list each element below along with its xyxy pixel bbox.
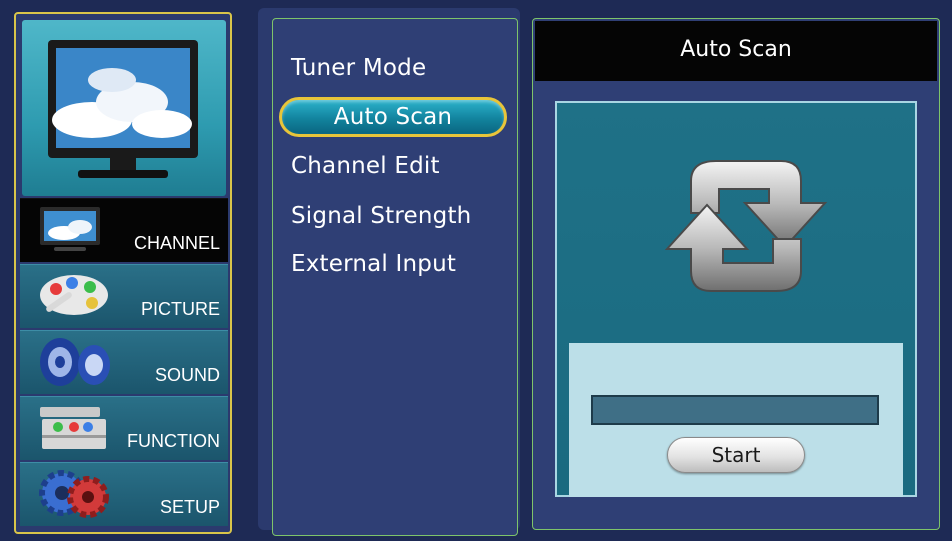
toolbox-icon: [34, 401, 114, 455]
menu-item-tuner-mode[interactable]: Tuner Mode: [291, 49, 511, 87]
progress-area: Start: [569, 343, 903, 497]
category-picture[interactable]: PICTURE: [20, 264, 228, 328]
category-label: FUNCTION: [127, 431, 220, 451]
refresh-icon: [664, 160, 828, 292]
category-label: SOUND: [154, 365, 220, 385]
panel-title: Auto Scan: [535, 21, 937, 81]
scan-box: Start: [555, 101, 917, 497]
auto-scan-panel: Auto Scan Start: [532, 18, 940, 530]
gears-icon: [34, 467, 114, 521]
category-setup[interactable]: SETUP: [20, 462, 228, 526]
menu-item-auto-scan[interactable]: Auto Scan: [279, 97, 507, 137]
tv-hero-icon: [48, 40, 198, 178]
menu-list: Tuner Mode Auto Scan Channel Edit Signal…: [272, 18, 518, 536]
menu-column: Tuner Mode Auto Scan Channel Edit Signal…: [258, 8, 520, 536]
category-channel[interactable]: CHANNEL: [20, 198, 228, 262]
tv-icon: [34, 203, 114, 257]
category-function[interactable]: FUNCTION: [20, 396, 228, 460]
palette-icon: [34, 269, 114, 323]
category-label: CHANNEL: [133, 233, 220, 253]
category-sound[interactable]: SOUND: [20, 330, 228, 394]
start-button[interactable]: Start: [667, 437, 805, 473]
category-sidebar: CHANNEL PICTURE SOUND FUNCTION SETUP: [14, 12, 232, 534]
speaker-icon: [34, 335, 114, 389]
category-label: PICTURE: [140, 299, 220, 319]
scan-progress-bar: [591, 395, 879, 425]
menu-item-channel-edit[interactable]: Channel Edit: [291, 147, 511, 185]
tv-hero-image: [22, 20, 226, 196]
menu-item-signal-strength[interactable]: Signal Strength: [291, 197, 511, 235]
category-label: SETUP: [159, 497, 220, 517]
menu-item-external-input[interactable]: External Input: [291, 245, 511, 283]
